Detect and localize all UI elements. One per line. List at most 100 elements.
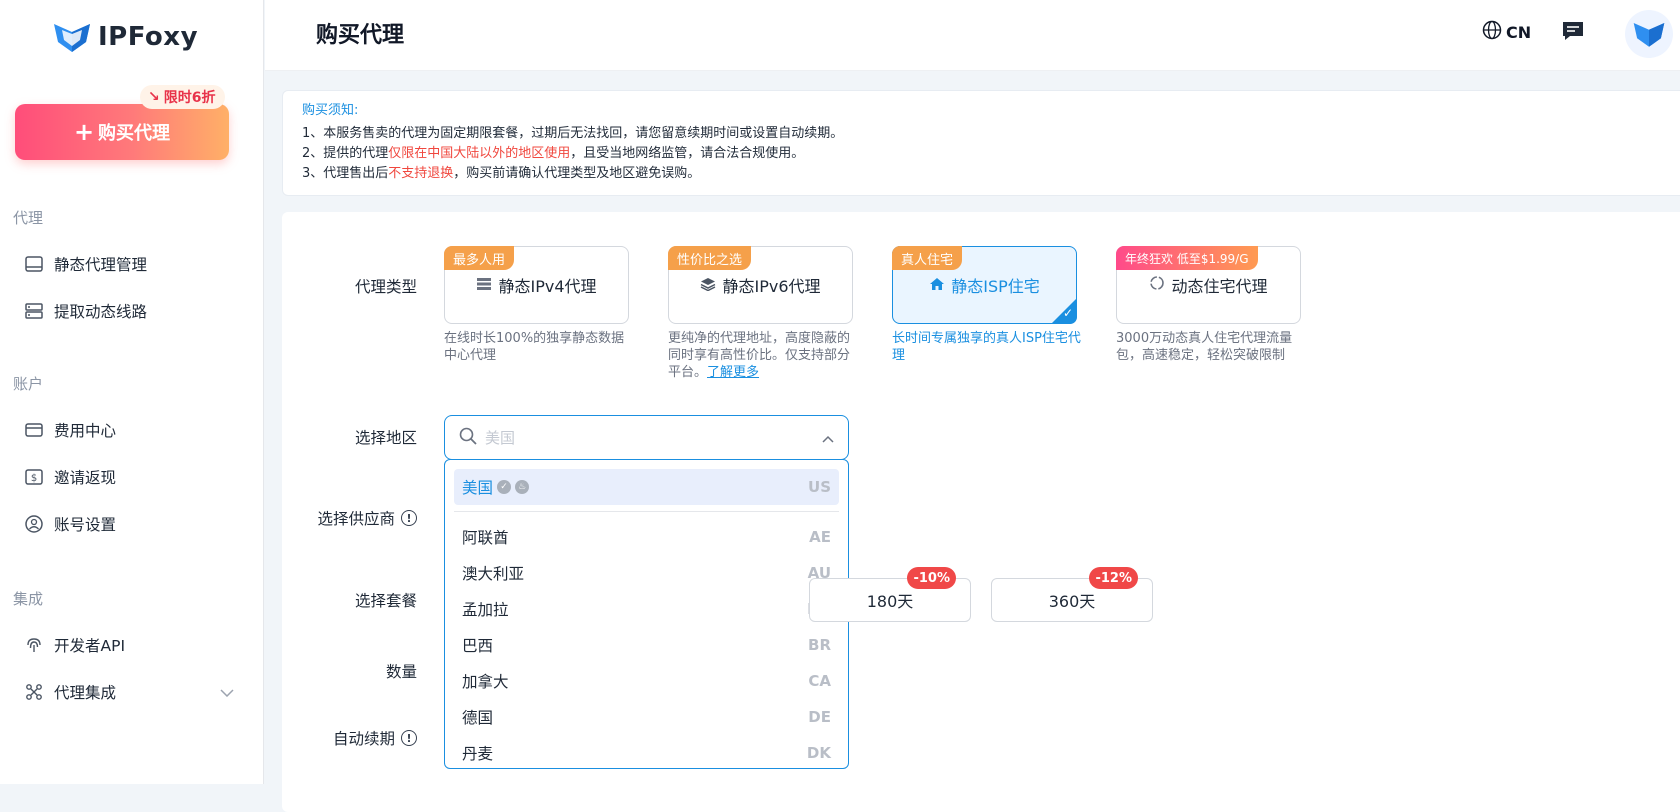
refresh-icon (1149, 275, 1165, 295)
info-icon[interactable]: ! (401, 510, 417, 526)
proxy-type-name: 静态IPv6代理 (722, 277, 821, 296)
region-code: US (808, 478, 831, 496)
region-option[interactable]: 孟加拉BD (454, 591, 839, 627)
notice-highlight: 仅限在中国大陆以外的地区使用 (388, 146, 571, 161)
sidebar-item-billing[interactable]: 费用中心 (24, 419, 234, 441)
proxy-type-desc: 长时间专属独享的真人ISP住宅代理 (892, 331, 1081, 363)
package-180-days[interactable]: 180天 -10% (809, 567, 971, 622)
fox-avatar-icon (1633, 22, 1665, 47)
sidebar-item-proxy-integration[interactable]: 代理集成 (24, 681, 234, 703)
dollar-icon: $ (24, 467, 44, 487)
region-dropdown: 美国 ✓ ♨ US 阿联酋AE 澳大利亚AU 孟加拉BD 巴西BR 加拿大CA … (444, 459, 849, 769)
server-rack-icon (476, 276, 492, 295)
card-icon (24, 420, 44, 440)
package-label-text: 360天 (1048, 592, 1096, 611)
region-code: AE (809, 528, 831, 546)
topbar: 购买代理 CN (265, 0, 1680, 71)
sidebar-item-static-proxy[interactable]: 静态代理管理 (24, 253, 234, 275)
region-option[interactable]: 丹麦 DK (454, 735, 839, 768)
label-text: 选择供应商 (317, 510, 395, 528)
sidebar-item-referral[interactable]: $ 邀请返现 (24, 466, 234, 488)
region-option[interactable]: 加拿大 CA (454, 663, 839, 699)
sidebar-item-dynamic-lines[interactable]: 提取动态线路 (24, 300, 234, 322)
message-icon[interactable] (1561, 20, 1585, 46)
proxy-type-tag: 年终狂欢 低至$1.99/G (1116, 246, 1258, 270)
chevron-up-icon (822, 428, 834, 447)
fingerprint-icon (24, 635, 44, 655)
region-search-input[interactable]: 美国 (485, 427, 814, 448)
notice-highlight: 不支持退换 (388, 166, 454, 181)
sidebar-item-label: 静态代理管理 (54, 256, 148, 274)
page-title: 购买代理 (316, 23, 405, 48)
region-name: 加拿大 (462, 673, 509, 691)
language-code: CN (1506, 22, 1532, 42)
proxy-type-name: 静态ISP住宅 (951, 277, 1040, 296)
plus-icon: + (73, 118, 95, 146)
region-name: 美国 (462, 479, 494, 497)
region-option[interactable]: 德国 DE (454, 699, 839, 735)
proxy-type-tag: 真人住宅 (892, 246, 963, 270)
region-code: BR (808, 636, 831, 654)
buy-proxy-button[interactable]: + 购买代理 (15, 104, 229, 160)
proxy-type-name: 动态住宅代理 (1171, 277, 1268, 296)
region-option[interactable]: 澳大利亚 AU (454, 555, 839, 591)
region-name: 孟加拉 (462, 601, 509, 619)
learn-more-link[interactable]: 了解更多 (707, 365, 759, 380)
promo-tag: ↘ 限时6折 (140, 85, 226, 109)
search-icon (459, 427, 477, 449)
svg-text:$: $ (31, 473, 37, 484)
region-code: CA (808, 672, 831, 690)
region-option-us[interactable]: 美国 ✓ ♨ US (454, 469, 839, 505)
notice-line-1: 1、本服务售卖的代理为固定期限套餐，过期后无法找回，请您留意续期时间或设置自动续… (302, 126, 844, 141)
region-name: 巴西 (462, 637, 494, 655)
layers-icon (700, 276, 716, 295)
server-icon (24, 301, 44, 321)
discount-badge: -12% (1089, 567, 1138, 589)
check-icon: ✓ (1062, 306, 1073, 320)
region-select[interactable]: 美国 (444, 415, 849, 460)
user-icon (24, 514, 44, 534)
avatar[interactable] (1625, 10, 1673, 58)
nav-group-proxy: 代理 (13, 209, 44, 227)
region-option[interactable]: 阿联酋 AE (454, 519, 839, 555)
auto-renew-label: 自动续期! (290, 727, 417, 749)
chevron-down-icon[interactable] (220, 683, 234, 701)
region-name: 阿联酋 (462, 529, 509, 547)
proxy-type-label: 代理类型 (300, 275, 417, 297)
region-code: DE (808, 708, 831, 726)
sidebar-item-label: 提取动态线路 (54, 303, 148, 321)
package-label: 选择套餐 (300, 589, 417, 611)
region-name: 德国 (462, 709, 494, 727)
sidebar-item-label: 费用中心 (54, 422, 117, 440)
fire-icon: ♨ (515, 480, 530, 494)
notice-text: 2、提供的代理 (302, 146, 389, 161)
provider-label: 选择供应商! (290, 507, 417, 529)
package-label-text: 180天 (866, 592, 914, 611)
region-option[interactable]: 巴西 BR (454, 627, 839, 663)
sidebar-item-account-settings[interactable]: 账号设置 (24, 513, 234, 535)
nav-group-integration: 集成 (13, 590, 44, 608)
proxy-type-desc: 在线时长100%的独享静态数据中心代理 (444, 331, 625, 363)
proxy-type-dynamic-residential[interactable]: 年终狂欢 低至$1.99/G 动态住宅代理 (1116, 246, 1301, 324)
package-360-days[interactable]: 360天 -12% (991, 567, 1153, 622)
region-name: 丹麦 (462, 745, 494, 763)
logo[interactable]: IPFoxy (52, 20, 198, 54)
quantity-label: 数量 (300, 660, 417, 682)
info-icon[interactable]: ! (401, 730, 417, 746)
sidebar-item-label: 代理集成 (54, 684, 117, 702)
proxy-type-isp[interactable]: 真人住宅 静态ISP住宅 ✓ (892, 246, 1077, 324)
sidebar-item-label: 邀请返现 (54, 469, 117, 487)
notice-title: 购买须知: (302, 103, 359, 118)
monitor-icon (24, 254, 44, 274)
proxy-type-ipv4[interactable]: 最多人用 静态IPv4代理 (444, 246, 629, 324)
proxy-type-tag: 最多人用 (444, 246, 515, 270)
language-switcher[interactable]: CN (1482, 20, 1531, 44)
proxy-type-name: 静态IPv4代理 (498, 277, 597, 296)
notice-text: ，购买前请确认代理类型及地区避免误购。 (453, 166, 701, 181)
brand-name: IPFoxy (98, 22, 199, 52)
trend-down-icon: ↘ (148, 89, 160, 105)
label-text: 自动续期 (332, 730, 395, 748)
proxy-type-ipv6[interactable]: 性价比之选 静态IPv6代理 (668, 246, 853, 324)
sidebar-item-developer-api[interactable]: 开发者API (24, 634, 234, 656)
notice-line-2: 2、提供的代理仅限在中国大陆以外的地区使用，且受当地网络监管，请合法合规使用。 (302, 144, 1680, 164)
